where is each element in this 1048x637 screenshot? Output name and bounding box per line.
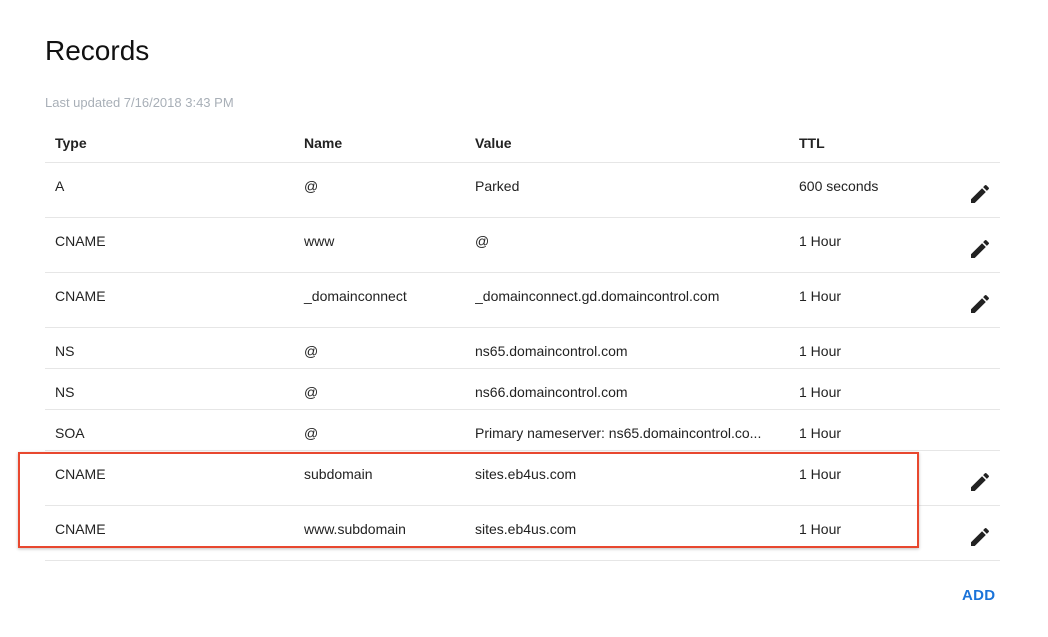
table-row: NS @ ns65.domaincontrol.com 1 Hour — [45, 328, 1000, 369]
record-type: CNAME — [55, 521, 106, 537]
record-name: @ — [304, 384, 319, 400]
table-row: SOA @ Primary nameserver: ns65.domaincon… — [45, 410, 1000, 451]
record-name: www — [304, 233, 335, 249]
record-name: @ — [304, 178, 319, 194]
record-type: CNAME — [55, 233, 106, 249]
pencil-icon — [971, 239, 990, 258]
record-value: @ — [475, 233, 490, 249]
record-name: @ — [304, 425, 319, 441]
last-updated-text: Last updated 7/16/2018 3:43 PM — [45, 95, 234, 110]
record-name: @ — [304, 343, 319, 359]
record-value: sites.eb4us.com — [475, 466, 577, 482]
record-type: SOA — [55, 425, 85, 441]
column-header-value[interactable]: Value — [475, 135, 777, 151]
record-value: ns65.domaincontrol.com — [475, 343, 628, 359]
edit-record-button[interactable] — [965, 179, 995, 209]
record-ttl: 1 Hour — [799, 233, 842, 249]
record-value: Primary nameserver: ns65.domaincontrol.c… — [475, 425, 762, 441]
record-value: sites.eb4us.com — [475, 521, 577, 537]
edit-record-button[interactable] — [965, 234, 995, 264]
record-type: NS — [55, 384, 75, 400]
record-type: NS — [55, 343, 75, 359]
page-title: Records — [45, 35, 150, 66]
record-ttl: 1 Hour — [799, 466, 842, 482]
record-ttl: 1 Hour — [799, 384, 842, 400]
pencil-icon — [971, 472, 990, 491]
record-type: CNAME — [55, 288, 106, 304]
edit-record-button[interactable] — [965, 467, 995, 497]
column-header-ttl[interactable]: TTL — [799, 135, 825, 151]
record-type: A — [55, 178, 65, 194]
record-value: ns66.domaincontrol.com — [475, 384, 628, 400]
record-name: subdomain — [304, 466, 373, 482]
table-row: A @ Parked 600 seconds — [45, 163, 1000, 218]
table-header-row: Type Name Value TTL — [45, 124, 1000, 163]
record-ttl: 1 Hour — [799, 343, 842, 359]
record-value: Parked — [475, 178, 520, 194]
column-header-name[interactable]: Name — [304, 135, 342, 151]
table-row: NS @ ns66.domaincontrol.com 1 Hour — [45, 369, 1000, 410]
column-header-type[interactable]: Type — [55, 135, 87, 151]
record-name: _domainconnect — [304, 288, 407, 304]
pencil-icon — [971, 294, 990, 313]
table-row: CNAME www @ 1 Hour — [45, 218, 1000, 273]
table-row: CNAME _domainconnect _domainconnect.gd.d… — [45, 273, 1000, 328]
record-ttl: 600 seconds — [799, 178, 879, 194]
record-name: www.subdomain — [304, 521, 406, 537]
record-type: CNAME — [55, 466, 106, 482]
pencil-icon — [971, 527, 990, 546]
pencil-icon — [971, 184, 990, 203]
table-row: CNAME subdomain sites.eb4us.com 1 Hour — [45, 451, 1000, 506]
table-row: CNAME www.subdomain sites.eb4us.com 1 Ho… — [45, 506, 1000, 561]
record-value: _domainconnect.gd.domaincontrol.com — [475, 288, 720, 304]
edit-record-button[interactable] — [965, 289, 995, 319]
add-record-button[interactable]: ADD — [962, 587, 995, 605]
records-table: Type Name Value TTL A @ Parked 600 secon… — [45, 124, 1000, 561]
record-ttl: 1 Hour — [799, 288, 842, 304]
record-ttl: 1 Hour — [799, 521, 842, 537]
record-ttl: 1 Hour — [799, 425, 842, 441]
dns-records-page: Records Last updated 7/16/2018 3:43 PM T… — [0, 0, 1048, 637]
edit-record-button[interactable] — [965, 522, 995, 552]
